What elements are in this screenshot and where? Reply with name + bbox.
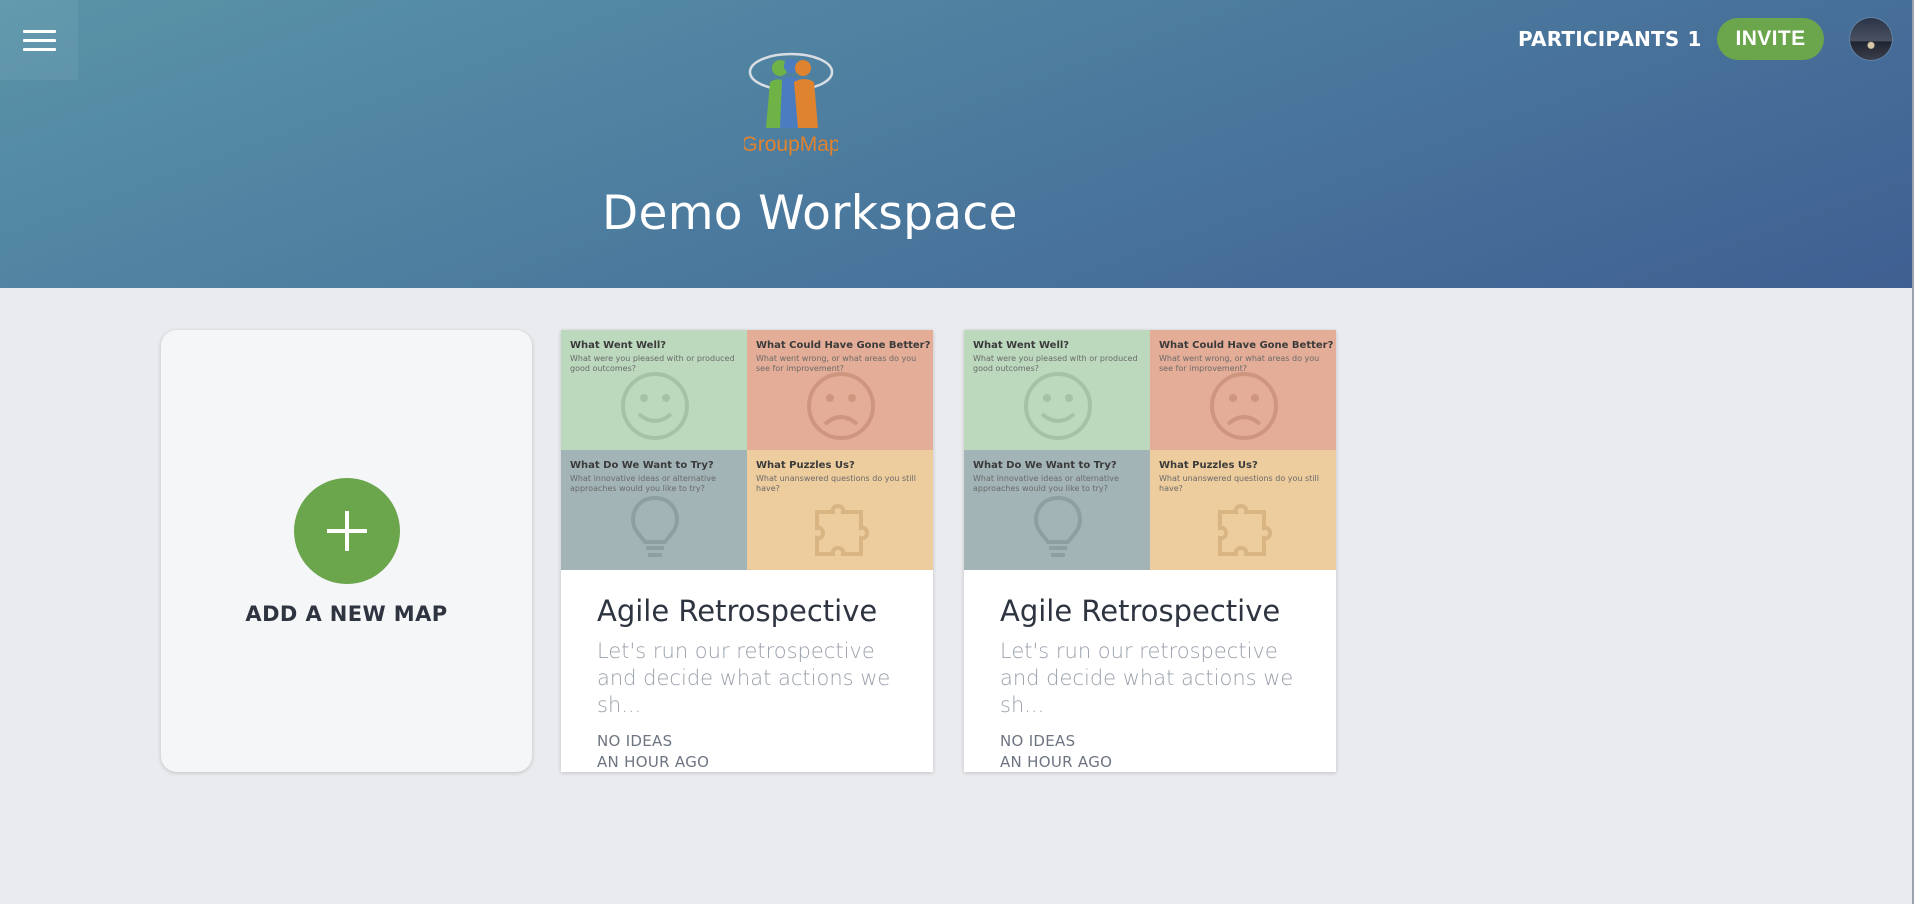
map-thumbnail: What Went Well? What were you pleased wi…: [964, 330, 1336, 570]
sad-face-icon: [1210, 372, 1278, 440]
quadrant-went-well: What Went Well? What were you pleased wi…: [964, 330, 1150, 450]
user-avatar[interactable]: [1850, 18, 1892, 60]
add-new-map-card[interactable]: ADD A NEW MAP: [161, 330, 532, 772]
logo-text: GroupMap: [744, 133, 838, 156]
quadrant-gone-better: What Could Have Gone Better? What went w…: [1150, 330, 1336, 450]
hamburger-menu-icon: [22, 24, 56, 57]
smiley-face-icon: [621, 372, 689, 440]
quadrant-puzzles: What Puzzles Us? What unanswered questio…: [747, 450, 933, 570]
map-card-body: Agile Retrospective Let's run our retros…: [597, 594, 907, 772]
map-timestamp: AN HOUR AGO: [597, 753, 710, 771]
map-title: Agile Retrospective: [597, 594, 878, 628]
map-description: Let's run our retrospective and decide w…: [1000, 639, 1294, 717]
groupmap-logo: GroupMap: [744, 52, 838, 156]
smiley-face-icon: [1024, 372, 1092, 440]
map-card-body: Agile Retrospective Let's run our retros…: [1000, 594, 1310, 772]
quadrant-title: What Puzzles Us?: [1159, 460, 1258, 471]
lightbulb-icon: [1033, 495, 1083, 557]
puzzle-piece-icon: [1218, 504, 1272, 556]
sad-face-icon: [807, 372, 875, 440]
workspace-title: Demo Workspace: [602, 186, 1018, 241]
map-card[interactable]: What Went Well? What were you pleased wi…: [561, 330, 933, 772]
lightbulb-icon: [630, 495, 680, 557]
map-thumbnail: What Went Well? What were you pleased wi…: [561, 330, 933, 570]
quadrant-gone-better: What Could Have Gone Better? What went w…: [747, 330, 933, 450]
add-new-map-label: ADD A NEW MAP: [245, 602, 448, 626]
add-map-button[interactable]: [294, 478, 400, 584]
quadrant-want-to-try: What Do We Want to Try? What innovative …: [964, 450, 1150, 570]
puzzle-piece-icon: [815, 504, 869, 556]
quadrant-puzzles: What Puzzles Us? What unanswered questio…: [1150, 450, 1336, 570]
map-title: Agile Retrospective: [1000, 594, 1281, 628]
invite-button[interactable]: INVITE: [1717, 18, 1824, 60]
quadrant-title: What Could Have Gone Better?: [756, 340, 931, 351]
quadrant-went-well: What Went Well? What were you pleased wi…: [561, 330, 747, 450]
quadrant-title: What Do We Want to Try?: [973, 460, 1117, 471]
quadrant-title: What Went Well?: [570, 340, 667, 351]
participants-count: 1: [1687, 27, 1702, 51]
quadrant-title: What Puzzles Us?: [756, 460, 855, 471]
menu-button[interactable]: [0, 0, 78, 80]
participants-button[interactable]: PARTICIPANTS 1: [1518, 26, 1702, 52]
map-ideas-count: NO IDEAS: [1000, 732, 1076, 750]
map-description: Let's run our retrospective and decide w…: [597, 639, 891, 717]
workspace-header: GroupMap Demo Workspace PARTICIPANTS 1 IN…: [0, 0, 1914, 288]
quadrant-want-to-try: What Do We Want to Try? What innovative …: [561, 450, 747, 570]
map-timestamp: AN HOUR AGO: [1000, 753, 1113, 771]
quadrant-title: What Could Have Gone Better?: [1159, 340, 1334, 351]
plus-icon: [327, 511, 367, 551]
quadrant-title: What Went Well?: [973, 340, 1070, 351]
map-ideas-count: NO IDEAS: [597, 732, 673, 750]
map-card[interactable]: What Went Well? What were you pleased wi…: [964, 330, 1336, 772]
participants-label: PARTICIPANTS: [1518, 27, 1680, 51]
quadrant-title: What Do We Want to Try?: [570, 460, 714, 471]
